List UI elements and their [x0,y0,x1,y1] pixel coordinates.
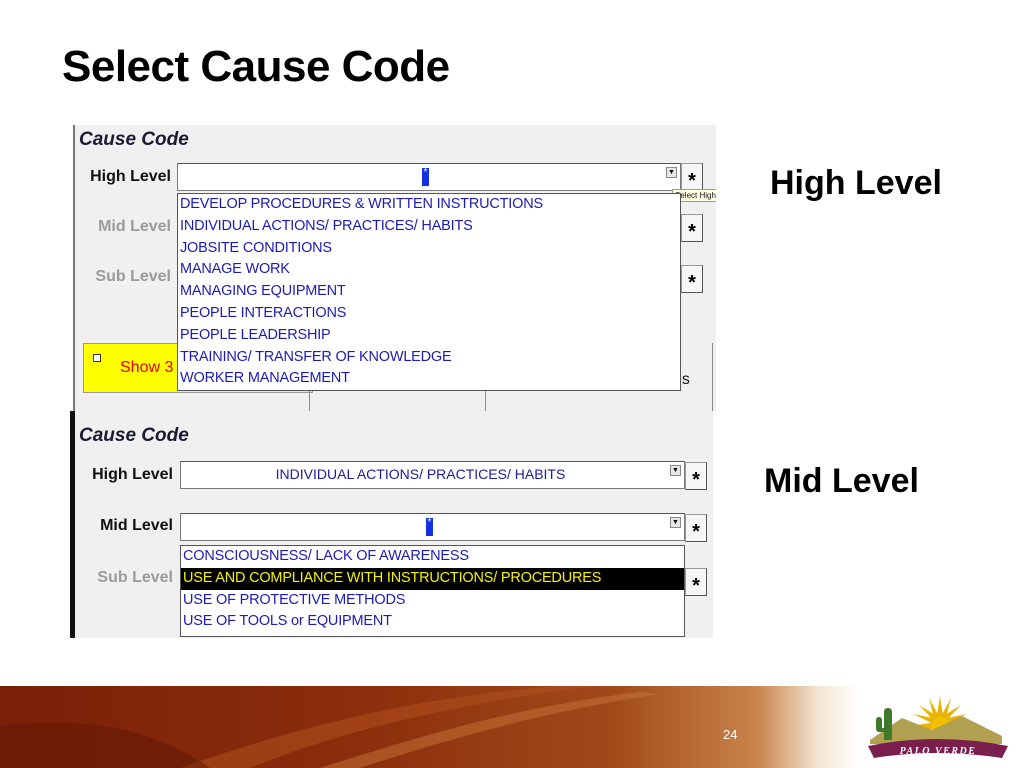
dropdown-option[interactable]: PEOPLE INTERACTIONS [178,303,680,325]
dropdown-arrow-icon[interactable]: ▼ [670,465,681,476]
sub-level-star-button[interactable]: * [681,265,703,294]
high-level-star-button[interactable]: * [685,462,707,491]
cause-code-panel-high: Cause Code High Level Mid Level Sub Leve… [73,125,716,411]
dropdown-option[interactable]: PEOPLE LEADERSHIP [178,325,680,347]
high-level-select[interactable]: INDIVIDUAL ACTIONS/ PRACTICES/ HABITS ▼ [180,461,685,489]
dropdown-option[interactable]: WORKER MANAGEMENT [178,368,680,390]
dropdown-option-selected[interactable]: USE AND COMPLIANCE WITH INSTRUCTIONS/ PR… [181,567,684,590]
sub-level-label: Sub Level [97,569,173,586]
slide-title: Select Cause Code [62,42,450,91]
sub-level-star-button[interactable]: * [685,568,707,597]
mid-level-select[interactable]: * ▼ [180,513,685,541]
show-checkbox[interactable] [93,354,101,362]
sub-level-label: Sub Level [95,268,171,285]
dropdown-option[interactable]: MANAGE WORK [178,259,680,281]
mid-level-label: Mid Level [98,218,171,235]
dropdown-option[interactable]: TRAINING/ TRANSFER OF KNOWLEDGE [178,347,680,369]
text-cursor-icon: * [422,168,429,186]
divider [712,343,713,411]
text-cursor-icon: * [426,518,433,536]
show-label: Show 3 [120,359,174,376]
palo-verde-logo: PALO VERDE [862,688,1012,762]
logo-text: PALO VERDE [900,746,977,757]
dropdown-arrow-icon[interactable]: ▼ [666,167,677,178]
high-level-label: High Level [90,168,171,185]
dropdown-option[interactable]: MANAGING EQUIPMENT [178,281,680,303]
mid-level-dropdown-list[interactable]: CONSCIOUSNESS/ LACK OF AWARENESS USE AND… [180,545,685,637]
mid-level-label: Mid Level [100,517,173,534]
divider [309,389,310,411]
high-level-dropdown-list[interactable]: DEVELOP PROCEDURES & WRITTEN INSTRUCTION… [177,193,681,391]
cause-code-panel-mid: Cause Code High Level Mid Level Sub Leve… [70,411,713,638]
dropdown-option[interactable]: USE OF PROTECTIVE METHODS [181,590,684,612]
high-level-star-button[interactable]: * [681,163,703,192]
panel-title: Cause Code [79,129,189,150]
dropdown-option[interactable]: DEVELOP PROCEDURES & WRITTEN INSTRUCTION… [178,194,680,216]
divider [485,389,486,411]
mid-level-star-button[interactable]: * [681,214,703,243]
mid-level-star-button[interactable]: * [685,514,707,543]
dropdown-option[interactable]: JOBSITE CONDITIONS [178,238,680,260]
high-level-select[interactable]: * ▼ [177,163,681,191]
page-number: 24 [723,727,738,742]
dropdown-option[interactable]: INDIVIDUAL ACTIONS/ PRACTICES/ HABITS [178,216,680,238]
high-level-label: High Level [92,466,173,483]
dropdown-option[interactable]: USE OF TOOLS or EQUIPMENT [181,611,684,633]
high-level-value: INDIVIDUAL ACTIONS/ PRACTICES/ HABITS [275,466,566,482]
dropdown-option[interactable]: CONSCIOUSNESS/ LACK OF AWARENESS [181,546,684,568]
mid-level-heading: Mid Level [764,462,919,500]
high-level-heading: High Level [770,164,942,202]
panel-title: Cause Code [79,425,189,446]
dropdown-arrow-icon[interactable]: ▼ [670,517,681,528]
